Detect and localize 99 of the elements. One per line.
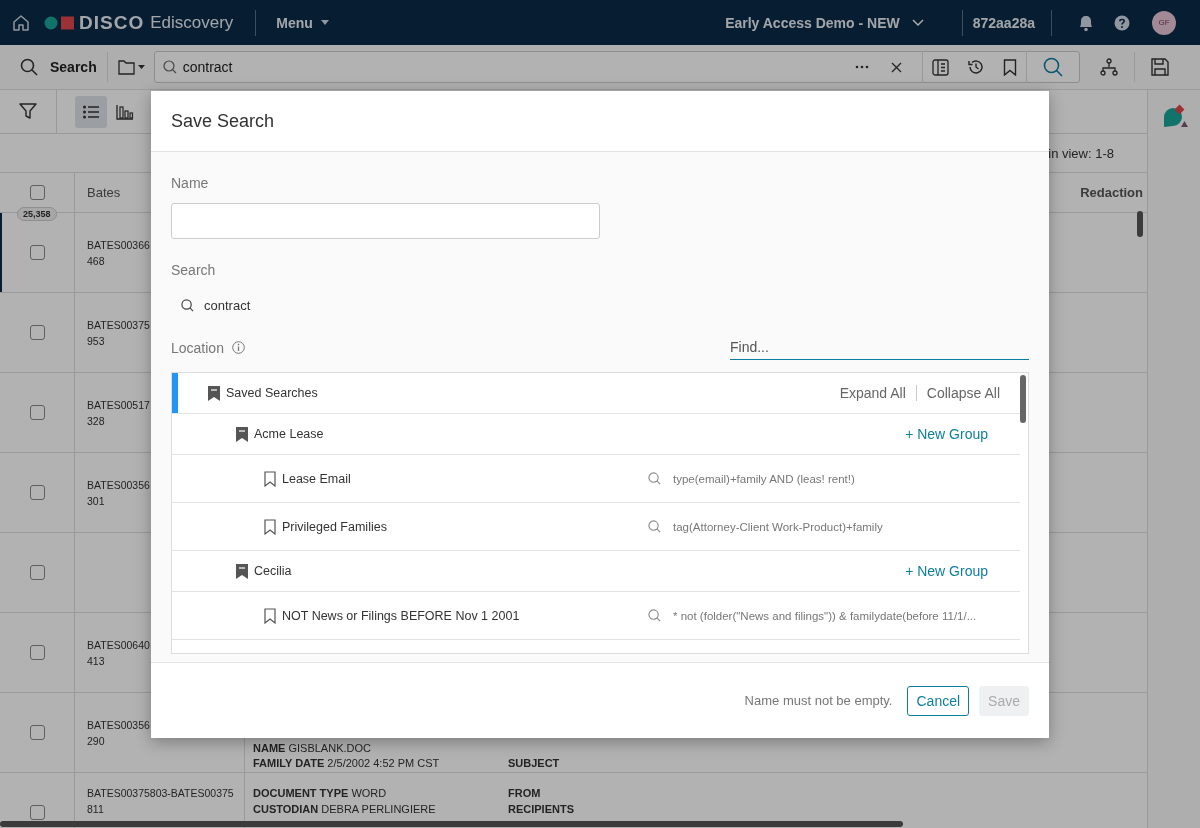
metadata-field: FAMILY DATE 2/5/2002 4:52 PM CST (253, 756, 500, 771)
home-icon[interactable] (12, 13, 30, 32)
search-query: * not (folder("News and filings")) & familydate(before 11/1/... (673, 609, 977, 622)
row-checkbox[interactable] (29, 405, 45, 420)
field-label: Search (171, 262, 217, 278)
scrollbar-thumb[interactable] (0, 821, 903, 827)
caret-icon (320, 20, 329, 25)
bates-number: BATES00375 (87, 317, 150, 333)
bookmark-folder-icon (236, 563, 248, 579)
tree-item[interactable]: Acme Lease + New Group (172, 414, 1020, 455)
workspace-dropdown[interactable]: Early Access Demo - NEW (719, 13, 930, 32)
tree-action-link[interactable]: Expand All (829, 385, 916, 401)
help-icon[interactable] (1114, 14, 1130, 31)
metadata-field: NAME GISBLANK.DOC (253, 741, 500, 756)
search-field[interactable]: contract (153, 51, 1080, 83)
bates-number: 468 (87, 253, 105, 269)
bookmark-icon (264, 518, 276, 535)
column-header[interactable]: Redaction (1080, 185, 1147, 200)
scrollbar-thumb[interactable] (1137, 211, 1143, 237)
metadata-field: RECIPIENTS (508, 801, 755, 817)
save-icon[interactable] (1150, 58, 1169, 76)
tree-action-link[interactable]: Collapse All (915, 385, 1010, 401)
list-icon (83, 104, 99, 119)
new-group-link[interactable]: + New Group (905, 426, 988, 442)
columns-icon[interactable] (931, 58, 949, 76)
search-icon (648, 520, 661, 533)
row-checkbox[interactable] (29, 805, 45, 820)
bookmark-icon (264, 470, 276, 487)
search-icon (162, 60, 177, 74)
info-icon[interactable] (231, 341, 245, 354)
close-icon[interactable] (890, 61, 902, 73)
bates-number: 290 (87, 733, 105, 749)
search-icon (181, 299, 194, 312)
user-avatar[interactable]: GF (1152, 10, 1176, 35)
bates-number: BATES00375803-BATES00375 (87, 786, 234, 801)
find-field[interactable]: Find... (730, 335, 1029, 360)
row-checkbox[interactable] (29, 645, 45, 660)
new-group-link[interactable]: + New Group (905, 563, 988, 579)
row-checkbox[interactable] (29, 725, 45, 740)
bates-number: BATES00517 (87, 397, 150, 413)
list-view-button[interactable] (75, 95, 107, 128)
row-checkbox[interactable] (29, 245, 45, 260)
results-count: in view: 1-8 (1048, 145, 1114, 161)
cancel-button[interactable]: Cancel (907, 685, 970, 716)
metadata-field: FROM (508, 785, 755, 801)
search-query: type(email)+family AND (leas! rent!) (673, 472, 855, 485)
hierarchy-icon[interactable] (1099, 58, 1118, 76)
bar-chart-icon (116, 103, 134, 120)
history-icon[interactable] (966, 58, 985, 76)
logo-text: DISCO (79, 11, 145, 34)
bates-number: 328 (87, 413, 105, 429)
chevron-icon (911, 19, 924, 26)
tree-item[interactable]: Saved Searches Expand All Collapse All (172, 373, 1020, 414)
row-checkbox[interactable] (29, 565, 45, 580)
bell-icon[interactable] (1078, 13, 1094, 32)
dialog-title: Save Search (171, 110, 275, 132)
bookmark-icon (264, 607, 276, 624)
metadata-field: SUBJECT (508, 756, 755, 771)
more-icon[interactable] (854, 65, 869, 69)
build-id: 872aa28a (972, 14, 1035, 31)
app-logo-icon[interactable] (1162, 104, 1188, 128)
select-all-checkbox[interactable] (29, 185, 45, 200)
field-label: Location (171, 339, 224, 356)
bates-number: BATES00366 (87, 237, 150, 253)
field-label: Name (171, 175, 210, 191)
tree-item[interactable]: Cecilia + New Group (172, 551, 1020, 592)
count-badge: 25,358 (17, 207, 57, 221)
tree-item[interactable]: NOT News or Filings BEFORE Nov 1 2001 * not (folder("News and filings")) & familydate(before 11/1/... (172, 592, 1020, 640)
bates-number: BATES00356 (87, 477, 150, 493)
menu-button[interactable]: Menu (272, 14, 333, 31)
folder-icon[interactable] (117, 59, 146, 75)
bookmark-icon[interactable] (1002, 58, 1017, 76)
bookmark-folder-icon (208, 385, 220, 401)
row-checkbox[interactable] (29, 485, 45, 500)
bates-number: 811 (87, 802, 104, 817)
scrollbar-thumb[interactable] (1020, 375, 1026, 423)
bates-number: 301 (87, 493, 105, 509)
product-name: Ediscovery (150, 12, 234, 33)
bates-number: 413 (87, 653, 105, 669)
name-field[interactable] (171, 203, 600, 239)
search-icon (648, 472, 661, 485)
bates-number: 953 (87, 333, 105, 349)
search-query: contract (204, 298, 251, 313)
bates-number: BATES00356 (87, 717, 150, 733)
search-button[interactable]: Search (0, 52, 108, 82)
validation-message: Name must not be empty. (744, 693, 893, 708)
search-icon[interactable] (1042, 57, 1063, 77)
metadata-field: CUSTODIAN DEBRA PERLINGIERE (253, 801, 500, 817)
bates-number: BATES00640 (87, 637, 150, 653)
search-query: tag(Attorney-Client Work-Product)+family (673, 520, 883, 533)
tree-item[interactable]: Lease Email type(email)+family AND (leas! rent!) (172, 455, 1020, 503)
search-icon (20, 58, 38, 76)
filter-icon[interactable] (19, 103, 37, 120)
row-checkbox[interactable] (29, 325, 45, 340)
metadata-field: DOCUMENT TYPE WORD (253, 785, 500, 801)
logo-icon (44, 15, 76, 30)
bookmark-folder-icon (236, 426, 248, 442)
tree-item[interactable]: Privileged Families tag(Attorney-Client Work-Product)+family (172, 503, 1020, 551)
search-icon (648, 609, 661, 622)
